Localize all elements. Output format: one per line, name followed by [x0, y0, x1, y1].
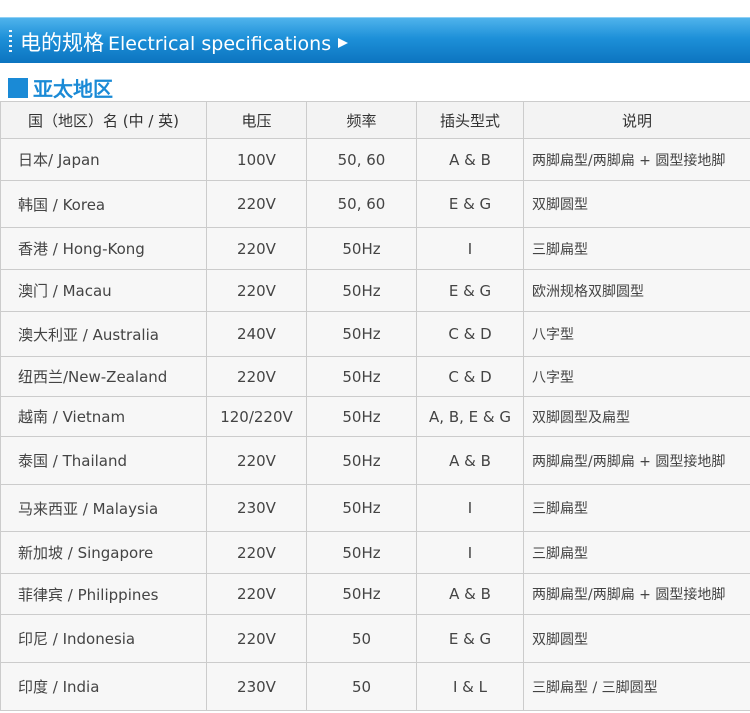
- cell-plug-type: I & L: [416, 662, 524, 711]
- table-row: 澳门 / Macau 220V 50Hz E & G 欧洲规格双脚圆型: [0, 269, 750, 312]
- page: 电的规格 Electrical specifications 亚太地区 国（地区）…: [0, 0, 750, 713]
- cell-frequency: 50Hz: [306, 356, 417, 397]
- section-banner: 电的规格 Electrical specifications: [0, 17, 750, 63]
- cell-country: 新加坡 / Singapore: [0, 531, 207, 574]
- square-bullet-icon: [8, 77, 28, 98]
- cell-country: 菲律宾 / Philippines: [0, 573, 207, 615]
- cell-country: 马来西亚 / Malaysia: [0, 484, 207, 532]
- cell-description: 双脚圆型及扁型: [523, 396, 750, 437]
- cell-frequency: 50Hz: [306, 227, 417, 270]
- cell-description: 八字型: [523, 311, 750, 357]
- cell-description: 双脚圆型: [523, 180, 750, 228]
- cell-description: 三脚扁型: [523, 531, 750, 574]
- cell-voltage: 100V: [206, 138, 307, 181]
- table-row: 日本/ Japan 100V 50, 60 A & B 两脚扁型/两脚扁 + 圆…: [0, 138, 750, 181]
- cell-voltage: 230V: [206, 484, 307, 532]
- cell-plug-type: C & D: [416, 311, 524, 357]
- header-frequency: 频率: [306, 101, 417, 139]
- cell-country: 香港 / Hong-Kong: [0, 227, 207, 270]
- table-row: 印尼 / Indonesia 220V 50 E & G 双脚圆型: [0, 614, 750, 663]
- cell-voltage: 230V: [206, 662, 307, 711]
- header-description: 说明: [523, 101, 750, 139]
- table-row: 新加坡 / Singapore 220V 50Hz I 三脚扁型: [0, 531, 750, 574]
- region-heading: 亚太地区: [8, 73, 113, 101]
- cell-description: 双脚圆型: [523, 614, 750, 663]
- arrow-right-icon: [338, 38, 349, 48]
- cell-voltage: 220V: [206, 573, 307, 615]
- cell-description: 两脚扁型/两脚扁 + 圆型接地脚: [523, 138, 750, 181]
- cell-frequency: 50Hz: [306, 531, 417, 574]
- cell-country: 纽西兰/New-Zealand: [0, 356, 207, 397]
- cell-voltage: 120/220V: [206, 396, 307, 437]
- cell-description: 八字型: [523, 356, 750, 397]
- table-row: 菲律宾 / Philippines 220V 50Hz A & B 两脚扁型/两…: [0, 573, 750, 615]
- cell-plug-type: I: [416, 531, 524, 574]
- cell-voltage: 220V: [206, 180, 307, 228]
- cell-voltage: 220V: [206, 269, 307, 312]
- cell-frequency: 50Hz: [306, 269, 417, 312]
- region-title: 亚太地区: [33, 77, 113, 101]
- table-row: 马来西亚 / Malaysia 230V 50Hz I 三脚扁型: [0, 484, 750, 532]
- cell-voltage: 240V: [206, 311, 307, 357]
- cell-description: 三脚扁型: [523, 484, 750, 532]
- cell-country: 越南 / Vietnam: [0, 396, 207, 437]
- cell-country: 泰国 / Thailand: [0, 436, 207, 485]
- electrical-spec-table: 国（地区）名 (中 / 英) 电压 频率 插头型式 说明 日本/ Japan 1…: [0, 101, 750, 711]
- cell-frequency: 50Hz: [306, 436, 417, 485]
- cell-plug-type: A & B: [416, 573, 524, 615]
- cell-frequency: 50, 60: [306, 138, 417, 181]
- header-voltage: 电压: [206, 101, 307, 139]
- table-row: 澳大利亚 / Australia 240V 50Hz C & D 八字型: [0, 311, 750, 357]
- header-country: 国（地区）名 (中 / 英): [0, 101, 207, 139]
- table-row: 纽西兰/New-Zealand 220V 50Hz C & D 八字型: [0, 356, 750, 397]
- cell-description: 三脚扁型: [523, 227, 750, 270]
- cell-plug-type: A & B: [416, 138, 524, 181]
- cell-voltage: 220V: [206, 227, 307, 270]
- cell-plug-type: I: [416, 484, 524, 532]
- banner-title: 电的规格 Electrical specifications: [20, 27, 349, 57]
- banner-title-en: Electrical specifications: [108, 33, 332, 55]
- cell-plug-type: A & B: [416, 436, 524, 485]
- cell-frequency: 50: [306, 662, 417, 711]
- cell-country: 澳大利亚 / Australia: [0, 311, 207, 357]
- cell-description: 两脚扁型/两脚扁 + 圆型接地脚: [523, 436, 750, 485]
- cell-plug-type: A, B, E & G: [416, 396, 524, 437]
- banner-dots-decoration: [9, 30, 12, 52]
- table-row: 香港 / Hong-Kong 220V 50Hz I 三脚扁型: [0, 227, 750, 270]
- cell-plug-type: E & G: [416, 614, 524, 663]
- table-row: 印度 / India 230V 50 I & L 三脚扁型 / 三脚圆型: [0, 662, 750, 711]
- cell-voltage: 220V: [206, 531, 307, 574]
- cell-voltage: 220V: [206, 614, 307, 663]
- cell-plug-type: C & D: [416, 356, 524, 397]
- cell-description: 欧洲规格双脚圆型: [523, 269, 750, 312]
- banner-title-zh: 电的规格: [20, 31, 104, 55]
- cell-description: 两脚扁型/两脚扁 + 圆型接地脚: [523, 573, 750, 615]
- cell-country: 韩国 / Korea: [0, 180, 207, 228]
- cell-description: 三脚扁型 / 三脚圆型: [523, 662, 750, 711]
- cell-voltage: 220V: [206, 356, 307, 397]
- cell-frequency: 50, 60: [306, 180, 417, 228]
- cell-frequency: 50Hz: [306, 573, 417, 615]
- cell-plug-type: E & G: [416, 180, 524, 228]
- cell-country: 日本/ Japan: [0, 138, 207, 181]
- cell-plug-type: I: [416, 227, 524, 270]
- cell-frequency: 50Hz: [306, 484, 417, 532]
- table-row: 泰国 / Thailand 220V 50Hz A & B 两脚扁型/两脚扁 +…: [0, 436, 750, 485]
- header-plug-type: 插头型式: [416, 101, 524, 139]
- cell-plug-type: E & G: [416, 269, 524, 312]
- cell-country: 澳门 / Macau: [0, 269, 207, 312]
- table-row: 越南 / Vietnam 120/220V 50Hz A, B, E & G 双…: [0, 396, 750, 437]
- cell-country: 印度 / India: [0, 662, 207, 711]
- table-row: 韩国 / Korea 220V 50, 60 E & G 双脚圆型: [0, 180, 750, 228]
- cell-frequency: 50Hz: [306, 311, 417, 357]
- cell-country: 印尼 / Indonesia: [0, 614, 207, 663]
- cell-frequency: 50Hz: [306, 396, 417, 437]
- table-header-row: 国（地区）名 (中 / 英) 电压 频率 插头型式 说明: [0, 101, 750, 139]
- cell-frequency: 50: [306, 614, 417, 663]
- cell-voltage: 220V: [206, 436, 307, 485]
